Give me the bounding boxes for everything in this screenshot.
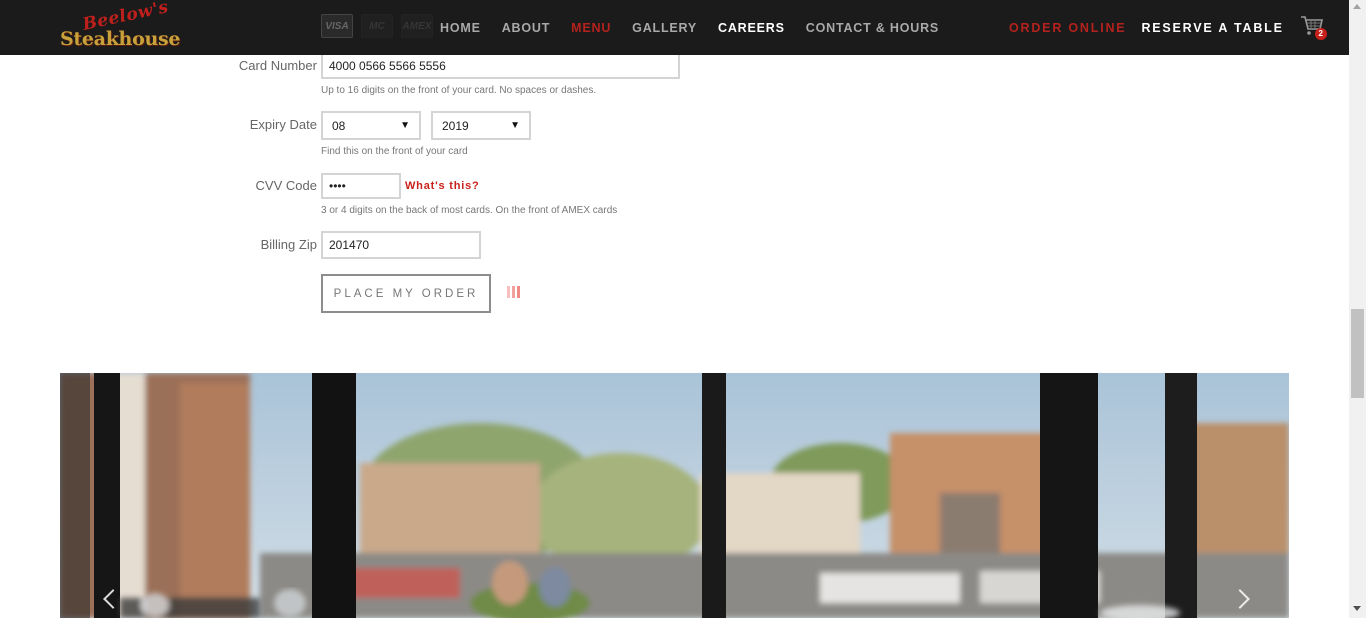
restaurant-view-image xyxy=(60,373,1289,618)
cvv-help: 3 or 4 digits on the back of most cards.… xyxy=(321,205,618,216)
page-scrollbar[interactable] xyxy=(1349,0,1366,618)
expiry-month-value: 08 xyxy=(332,118,346,133)
reserve-table-link[interactable]: RESERVE A TABLE xyxy=(1141,21,1283,35)
card-number-input[interactable]: 4000 0566 5566 5556 xyxy=(321,53,680,79)
nav-careers[interactable]: CAREERS xyxy=(718,21,785,35)
expiry-date-help: Find this on the front of your card xyxy=(321,146,468,157)
cart-button[interactable]: 2 xyxy=(1300,15,1327,41)
nav-home[interactable]: HOME xyxy=(440,21,481,35)
expiry-month-select[interactable]: 08 ▼ xyxy=(321,111,421,140)
mastercard-card-icon: MC xyxy=(361,14,393,38)
spinner-icon xyxy=(507,286,520,298)
card-number-help: Up to 16 digits on the front of your car… xyxy=(321,85,597,96)
visa-card-icon: VISA xyxy=(321,14,353,38)
nav-contact-hours[interactable]: CONTACT & HOURS xyxy=(806,21,939,35)
restaurant-photo xyxy=(60,373,1289,618)
scroll-down-arrow-icon[interactable] xyxy=(1353,606,1361,611)
nav-about[interactable]: ABOUT xyxy=(502,21,550,35)
cart-count-badge: 2 xyxy=(1314,27,1327,40)
top-navigation-bar: Beelow's Steakhouse VISA MC AMEX HOME AB… xyxy=(0,0,1349,55)
cvv-code-label-text: CVV Code xyxy=(255,178,317,193)
logo[interactable]: Beelow's Steakhouse xyxy=(60,0,180,52)
expiry-date-label-text: Expiry Date xyxy=(249,117,317,132)
nav-gallery[interactable]: GALLERY xyxy=(632,21,697,35)
order-online-link[interactable]: ORDER ONLINE xyxy=(1009,21,1126,35)
billing-zip-input[interactable]: 201470 xyxy=(321,231,481,259)
amex-card-icon: AMEX xyxy=(401,14,433,38)
card-number-label-text: Card Number xyxy=(238,58,317,73)
dropdown-arrow-icon: ▼ xyxy=(400,120,410,131)
nav-menu[interactable]: MENU xyxy=(571,21,611,35)
billing-zip-label: Billing Zip* xyxy=(261,237,326,252)
main-menu: HOME ABOUT MENU GALLERY CAREERS CONTACT … xyxy=(440,0,960,55)
card-number-label: Card Number* xyxy=(239,58,326,73)
cvv-code-label: CVV Code* xyxy=(256,178,326,193)
billing-zip-label-text: Billing Zip xyxy=(260,237,317,252)
expiry-year-select[interactable]: 2019 ▼ xyxy=(431,111,531,140)
whats-this-link[interactable]: What's this? xyxy=(405,180,480,192)
logo-word-text: Steakhouse xyxy=(60,28,181,50)
card-brand-icons: VISA MC AMEX xyxy=(321,14,433,38)
scrollbar-thumb[interactable] xyxy=(1351,309,1364,398)
place-order-button[interactable]: PLACE MY ORDER xyxy=(321,274,491,313)
header-actions: ORDER ONLINE RESERVE A TABLE 2 xyxy=(1009,0,1327,55)
dropdown-arrow-icon: ▼ xyxy=(510,120,520,131)
expiry-year-value: 2019 xyxy=(442,118,469,133)
cvv-input[interactable]: •••• xyxy=(321,173,401,199)
scroll-up-arrow-icon[interactable] xyxy=(1353,4,1361,9)
expiry-date-label: Expiry Date* xyxy=(250,117,326,132)
